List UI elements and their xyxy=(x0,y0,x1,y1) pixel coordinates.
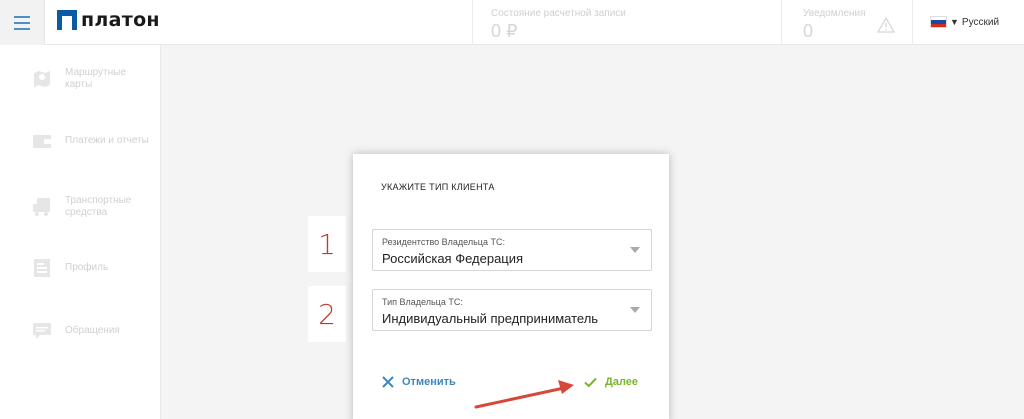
sidebar-item-label: Маршрутные карты xyxy=(65,67,126,90)
notifications-count: 0 xyxy=(803,21,814,41)
cancel-button[interactable]: Отменить xyxy=(382,376,456,388)
sidebar-item-vehicles[interactable]: Транспортные средства xyxy=(32,195,155,219)
residence-select[interactable]: Резидентство Владельца ТС: Российская Фе… xyxy=(372,229,652,271)
owner-type-label: Тип Владельца ТС: xyxy=(382,297,463,307)
notifications-label: Уведомления xyxy=(803,8,866,19)
sidebar-item-label: Платежи и отчеты xyxy=(65,135,149,146)
truck-icon xyxy=(33,198,50,216)
annotation-arrow-icon xyxy=(474,380,574,409)
language-label: Русский xyxy=(961,16,1000,28)
sidebar-item-appeals[interactable]: Обращения xyxy=(32,321,155,341)
next-label: Далее xyxy=(605,376,639,388)
profile-icon xyxy=(34,259,50,277)
notifications[interactable]: Уведомления 0 xyxy=(782,0,913,45)
sidebar-item-label: Профиль xyxy=(65,262,109,273)
sidebar-item-label: Обращения xyxy=(65,325,120,336)
account-balance: 0 ₽ xyxy=(491,21,518,41)
chevron-down-icon xyxy=(630,307,640,313)
residence-label: Резидентство Владельца ТС: xyxy=(382,237,505,247)
russia-flag-icon xyxy=(930,16,947,28)
step-number-1: 1 xyxy=(308,216,346,272)
step-number-2: 2 xyxy=(308,286,346,342)
dialog-title: УКАЖИТЕ ТИП КЛИЕНТА xyxy=(381,182,495,192)
sidebar: Маршрутные карты Платежи и отчеты Трансп… xyxy=(0,45,161,419)
next-button[interactable]: Далее xyxy=(584,376,638,388)
menu-icon[interactable] xyxy=(0,0,45,45)
language-selector[interactable]: ▼ Русский xyxy=(930,16,999,28)
cancel-label: Отменить xyxy=(402,376,456,388)
chevron-down-icon xyxy=(630,247,640,253)
close-icon xyxy=(382,376,394,388)
owner-type-value: Индивидуальный предприниматель xyxy=(382,311,599,326)
map-pin-icon xyxy=(34,71,50,87)
logo[interactable]: платон xyxy=(57,9,160,31)
wallet-icon xyxy=(33,135,51,148)
account-status-label: Состояние расчетной записи xyxy=(491,8,626,19)
logo-text: платон xyxy=(81,9,160,31)
message-icon xyxy=(33,323,51,339)
warning-icon xyxy=(877,17,895,33)
sidebar-item-profile[interactable]: Профиль xyxy=(32,258,155,278)
top-header: платон Состояние расчетной записи 0 ₽ Ув… xyxy=(0,0,1024,45)
sidebar-item-payments[interactable]: Платежи и отчеты xyxy=(32,131,155,151)
residence-value: Российская Федерация xyxy=(382,251,524,266)
logo-mark xyxy=(57,10,77,30)
chevron-down-icon: ▼ xyxy=(950,17,959,27)
account-status[interactable]: Состояние расчетной записи 0 ₽ xyxy=(472,0,782,45)
owner-type-select[interactable]: Тип Владельца ТС: Индивидуальный предпри… xyxy=(372,289,652,331)
sidebar-item-route-maps[interactable]: Маршрутные карты xyxy=(32,67,155,91)
sidebar-item-label: Транспортные средства xyxy=(65,195,132,218)
